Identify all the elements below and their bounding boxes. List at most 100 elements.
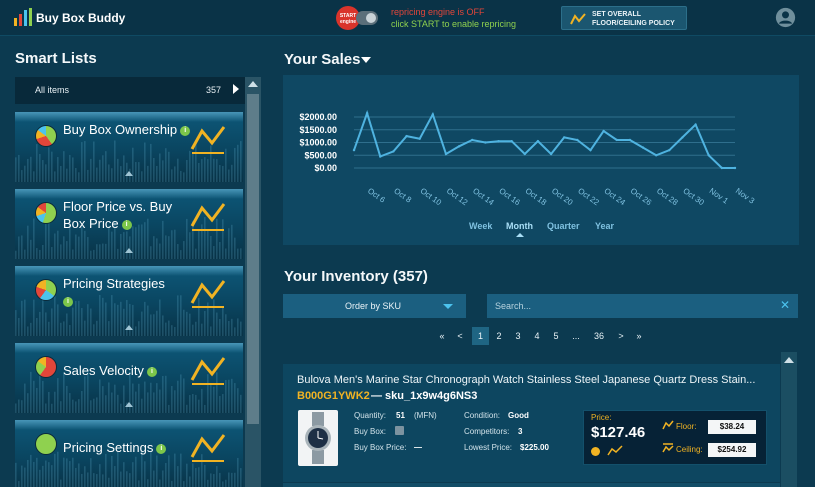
clear-search-icon[interactable]: ✕ <box>780 298 790 312</box>
sales-data-point[interactable] <box>457 145 461 148</box>
y-tick-label: $1000.00 <box>299 138 337 148</box>
pager-page-5[interactable]: 5 <box>550 327 562 345</box>
x-tick-label: Oct 16 <box>497 186 522 207</box>
pager-page-3[interactable]: 3 <box>512 327 524 345</box>
sales-data-point[interactable] <box>694 123 697 126</box>
sales-data-point[interactable] <box>379 155 382 158</box>
trend-zigzag-icon <box>190 357 226 385</box>
product-asin-link[interactable]: B000G1YWK2 <box>297 390 370 402</box>
scroll-up-arrow-icon[interactable] <box>248 81 258 87</box>
y-tick-label: $2000.00 <box>299 112 337 122</box>
set-floor-ceiling-policy-button[interactable]: SET OVERALL FLOOR/CEILING POLICY <box>561 6 687 30</box>
all-items-row[interactable]: All items 357 <box>15 77 245 104</box>
price-value[interactable]: $127.46 <box>591 424 645 441</box>
pager-next[interactable]: > <box>615 327 627 345</box>
sales-data-point[interactable] <box>668 148 671 152</box>
product-sku: — sku_1x9w4g6NS3 <box>371 390 478 402</box>
sales-data-point[interactable] <box>352 148 356 152</box>
sales-data-point[interactable] <box>707 154 710 157</box>
sales-series-line <box>353 110 735 169</box>
sales-data-point[interactable] <box>471 138 474 142</box>
sales-data-point[interactable] <box>444 152 448 156</box>
repricing-hint-text: click START to enable repricing <box>391 19 517 29</box>
next-product-card[interactable] <box>283 483 780 487</box>
lowest-price-value: $225.00 <box>520 443 549 452</box>
sales-data-point[interactable] <box>576 138 579 142</box>
info-icon[interactable]: i <box>63 296 73 307</box>
smart-list-sales-velocity[interactable]: Sales Velocity i <box>15 343 243 413</box>
buy-box-label: Buy Box: <box>354 427 387 436</box>
competitors-label: Competitors: <box>464 427 510 436</box>
product-image[interactable] <box>298 410 338 466</box>
pager-page-36[interactable]: 36 <box>590 327 608 345</box>
sales-data-point[interactable] <box>497 140 500 143</box>
sales-data-point[interactable] <box>510 140 513 143</box>
your-inventory-title: Your Inventory (357) <box>284 268 428 285</box>
info-icon[interactable]: i <box>180 125 191 136</box>
pager-first[interactable]: « <box>436 327 448 345</box>
chevron-up-icon <box>125 248 133 253</box>
period-week[interactable]: Week <box>469 221 492 231</box>
sales-data-point[interactable] <box>549 152 553 156</box>
repricing-toggle[interactable] <box>356 11 378 25</box>
pager-page-1[interactable]: 1 <box>472 327 489 345</box>
product-title[interactable]: Bulova Men's Marine Star Chronograph Wat… <box>297 374 755 386</box>
smart-list-pricing-strategies[interactable]: Pricing Strategies i <box>15 266 243 336</box>
sales-data-point[interactable] <box>654 154 658 157</box>
ceiling-value-input[interactable]: $254.92 <box>708 443 756 457</box>
sales-data-point[interactable] <box>431 113 435 116</box>
inventory-scrollbar[interactable] <box>781 352 797 487</box>
floor-value-input[interactable]: $38.24 <box>708 420 756 434</box>
smart-list-floor-vs-buy-box[interactable]: Floor Price vs. Buy Box Price i <box>15 189 243 259</box>
sales-data-point[interactable] <box>615 138 618 142</box>
sidebar-scroll-thumb[interactable] <box>247 94 259 424</box>
buy-box-checkbox[interactable] <box>395 426 404 435</box>
period-year[interactable]: Year <box>595 221 614 231</box>
play-arrow-icon <box>233 84 239 94</box>
sales-data-point[interactable] <box>405 134 408 138</box>
policy-button-label: SET OVERALL FLOOR/CEILING POLICY <box>592 11 675 27</box>
info-icon[interactable]: i <box>146 366 157 377</box>
pager-prev[interactable]: < <box>454 327 466 345</box>
sales-data-point[interactable] <box>536 140 540 143</box>
smart-list-title: Floor Price vs. Buy Box Price i <box>63 199 173 231</box>
info-icon[interactable]: i <box>156 443 167 454</box>
inventory-search-input[interactable] <box>487 294 798 318</box>
trend-zigzag-icon <box>190 280 226 308</box>
sales-data-point[interactable] <box>365 111 369 115</box>
sales-data-point[interactable] <box>589 148 592 152</box>
order-by-select[interactable]: Order by SKU <box>283 294 466 318</box>
scroll-up-arrow-icon[interactable] <box>784 357 794 363</box>
sales-data-point[interactable] <box>681 136 684 139</box>
smart-list-buy-box-ownership[interactable]: Buy Box Ownership i <box>15 112 243 182</box>
ceiling-icon <box>662 443 674 453</box>
app-logo-icon <box>14 8 32 26</box>
period-quarter[interactable]: Quarter <box>547 221 580 231</box>
period-month[interactable]: Month <box>506 221 533 231</box>
pager-last[interactable]: » <box>633 327 645 345</box>
sales-data-point[interactable] <box>602 129 605 133</box>
sales-dropdown-caret-icon[interactable] <box>361 57 371 63</box>
x-tick-label: Nov 1 <box>708 186 731 206</box>
pager-page-4[interactable]: 4 <box>531 327 543 345</box>
sales-data-point[interactable] <box>523 152 526 156</box>
chevron-up-icon <box>125 171 133 176</box>
sales-data-point[interactable] <box>733 166 737 170</box>
info-icon[interactable]: i <box>121 219 132 230</box>
sales-data-point[interactable] <box>628 138 632 142</box>
user-avatar-icon[interactable] <box>775 7 796 28</box>
smart-list-title: Pricing Strategies i <box>63 276 165 307</box>
smart-lists-title: Smart Lists <box>15 50 97 67</box>
sales-data-point[interactable] <box>418 137 421 140</box>
sales-data-point[interactable] <box>563 136 566 139</box>
sales-data-point[interactable] <box>392 150 395 153</box>
x-tick-label: Oct 6 <box>366 186 387 205</box>
condition-value: Good <box>508 411 529 420</box>
floor-label: Floor: <box>676 422 697 431</box>
sales-data-point[interactable] <box>641 146 645 149</box>
pager-page-2[interactable]: 2 <box>493 327 505 345</box>
sales-data-point[interactable] <box>484 141 487 144</box>
smart-list-pricing-settings[interactable]: Pricing Settings i <box>15 420 243 487</box>
buy-box-price-value: — <box>414 443 422 452</box>
sales-data-point[interactable] <box>720 166 724 170</box>
